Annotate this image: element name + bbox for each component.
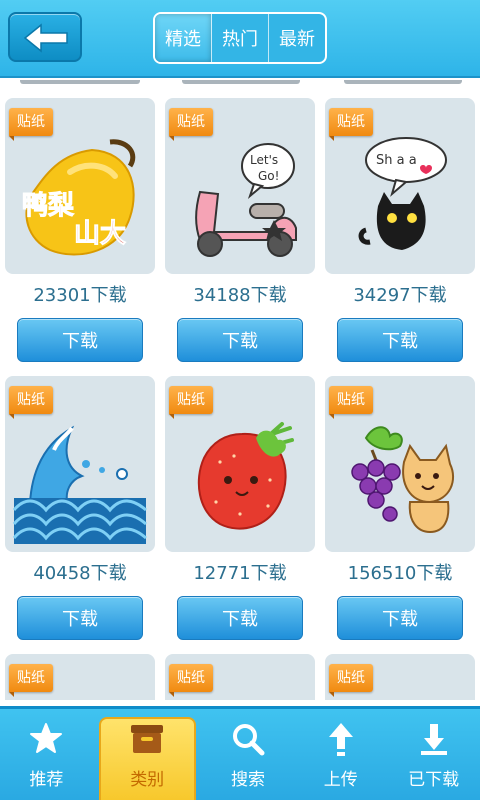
download-button[interactable]: 下载 <box>337 318 463 362</box>
scroll-hint <box>344 80 462 84</box>
nav-label: 已下载 <box>408 770 460 790</box>
sticker-item[interactable]: 贴纸 40458下载 下载 <box>5 376 155 640</box>
download-button[interactable]: 下载 <box>177 318 303 362</box>
download-count: 34297下载 <box>353 285 447 306</box>
search-icon <box>232 724 265 756</box>
grapes-cat-sticker-icon <box>351 426 455 534</box>
category-box-icon <box>131 725 164 753</box>
back-arrow-icon <box>23 23 68 53</box>
downloaded-icon <box>420 724 447 755</box>
sticker-art-text: Sh a a <box>376 153 417 168</box>
nav-label: 类别 <box>130 770 165 790</box>
download-button[interactable]: 下载 <box>17 318 143 362</box>
nav-upload[interactable]: 上传 <box>294 709 387 800</box>
sticker-art-text: 山大 <box>74 219 126 249</box>
sticker-item[interactable]: 贴纸 156510下载 下载 <box>325 376 475 640</box>
sticker-art-text: Go! <box>258 169 279 183</box>
tab-latest[interactable]: 最新 <box>269 14 325 62</box>
sticker-badge: 贴纸 <box>329 386 373 419</box>
sticker-item[interactable]: 鸭梨 山大 贴纸 23301下载 下载 <box>5 98 155 362</box>
star-icon <box>30 723 63 753</box>
sticker-item[interactable]: 贴纸 <box>165 654 315 700</box>
nav-label: 推荐 <box>29 770 64 790</box>
top-bar: 精选 热门 最新 <box>0 0 480 78</box>
nav-label: 搜索 <box>230 770 265 790</box>
sticker-grid[interactable]: 鸭梨 山大 贴纸 23301下载 下载 Let's Go! 贴纸 34188下载… <box>0 80 480 700</box>
sticker-badge: 贴纸 <box>329 664 373 697</box>
sticker-item[interactable]: Sh a a 贴纸 34297下载 下载 <box>325 98 475 362</box>
scooter-sticker-icon: Let's Go! <box>195 143 297 257</box>
nav-label: 上传 <box>323 770 358 790</box>
download-count: 12771下载 <box>193 563 287 584</box>
nav-recommend[interactable]: 推荐 <box>0 709 93 800</box>
tab-featured[interactable]: 精选 <box>155 14 212 62</box>
sticker-card[interactable]: 贴纸 <box>325 376 475 552</box>
scroll-hint <box>182 80 300 84</box>
wave-sticker-icon <box>12 425 147 544</box>
nav-search[interactable]: 搜索 <box>202 709 295 800</box>
sticker-item[interactable]: Let's Go! 贴纸 34188下载 下载 <box>165 98 315 362</box>
sticker-item[interactable]: 贴纸 <box>5 654 155 700</box>
sticker-badge: 贴纸 <box>169 386 213 419</box>
nav-downloaded[interactable]: 已下载 <box>387 709 480 800</box>
sticker-card[interactable]: 贴纸 <box>165 654 315 700</box>
download-button[interactable]: 下载 <box>177 596 303 640</box>
nav-category[interactable]: 类别 <box>98 717 196 800</box>
download-count: 23301下载 <box>33 285 127 306</box>
sticker-card[interactable]: 贴纸 <box>325 654 475 700</box>
tab-popular[interactable]: 热门 <box>212 14 269 62</box>
black-cat-sticker-icon: Sh a a <box>358 137 447 250</box>
sticker-item[interactable]: 贴纸 12771下载 下载 <box>165 376 315 640</box>
pear-sticker-icon: 鸭梨 山大 <box>22 139 136 256</box>
download-button[interactable]: 下载 <box>337 596 463 640</box>
filter-tabs: 精选 热门 最新 <box>153 12 327 64</box>
sticker-item[interactable]: 贴纸 <box>325 654 475 700</box>
sticker-card[interactable]: Let's Go! 贴纸 <box>165 98 315 274</box>
sticker-card[interactable]: 鸭梨 山大 贴纸 <box>5 98 155 274</box>
scroll-hint <box>20 80 140 84</box>
sticker-badge: 贴纸 <box>9 108 53 141</box>
sticker-art-text: 鸭梨 <box>22 191 74 221</box>
download-count: 156510下载 <box>347 563 453 584</box>
bottom-nav: 推荐 类别 搜索 上传 已下载 <box>0 706 480 800</box>
sticker-card[interactable]: 贴纸 <box>165 376 315 552</box>
sticker-art-text: Let's <box>250 153 278 167</box>
download-count: 34188下载 <box>193 285 287 306</box>
sticker-badge: 贴纸 <box>329 108 373 141</box>
upload-icon <box>328 723 353 756</box>
sticker-card[interactable]: 贴纸 <box>5 654 155 700</box>
sticker-badge: 贴纸 <box>169 108 213 141</box>
back-button[interactable] <box>8 12 82 62</box>
strawberry-sticker-icon <box>197 422 294 530</box>
sticker-badge: 贴纸 <box>169 664 213 697</box>
download-button[interactable]: 下载 <box>17 596 143 640</box>
sticker-card[interactable]: 贴纸 <box>5 376 155 552</box>
sticker-badge: 贴纸 <box>9 664 53 697</box>
download-count: 40458下载 <box>33 563 127 584</box>
sticker-badge: 贴纸 <box>9 386 53 419</box>
sticker-card[interactable]: Sh a a 贴纸 <box>325 98 475 274</box>
